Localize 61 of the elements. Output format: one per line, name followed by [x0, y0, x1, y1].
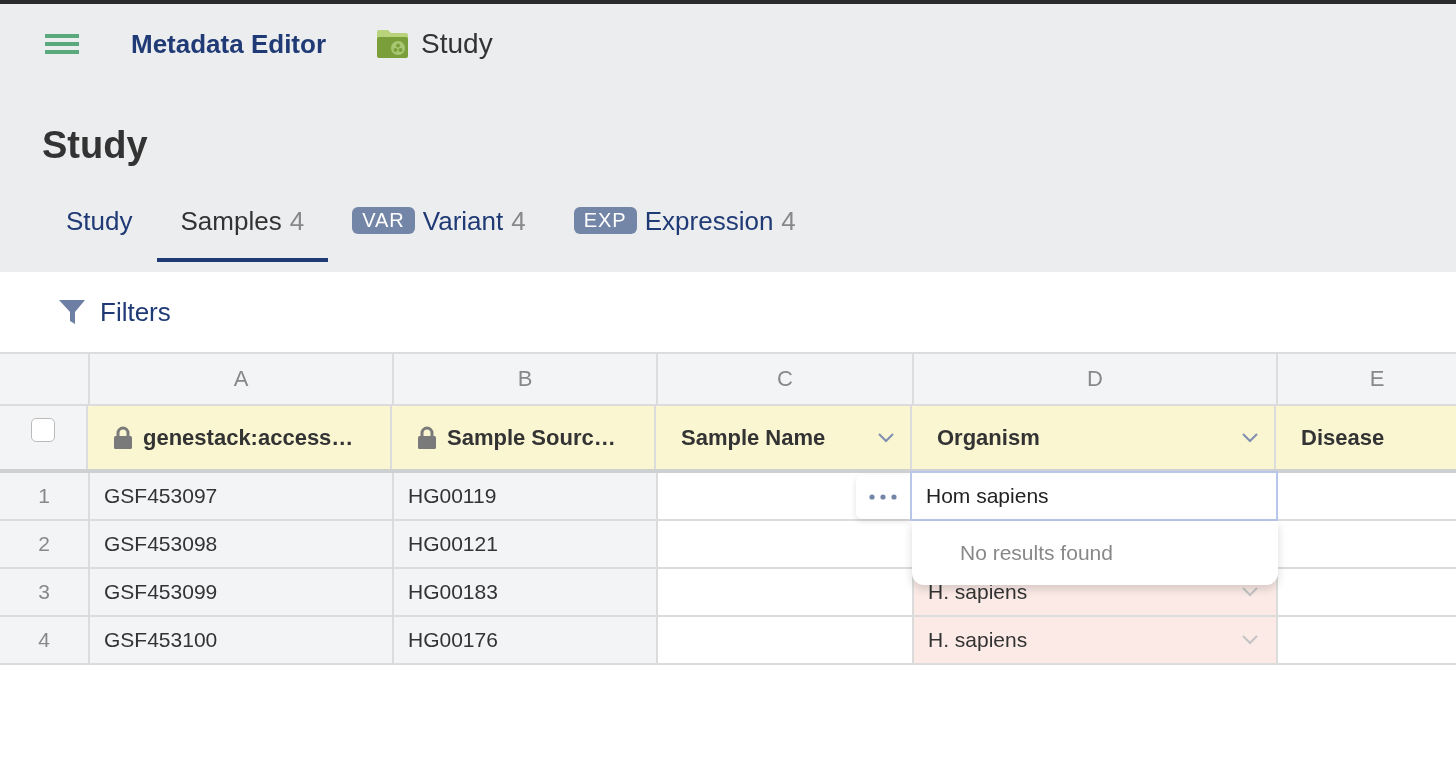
tab-label: Study — [66, 206, 133, 237]
column-label: Organism — [937, 424, 1041, 451]
table-cell: HG00121 — [394, 521, 658, 567]
filter-icon — [58, 298, 86, 326]
row-number: 4 — [0, 617, 90, 663]
column-header[interactable]: Organism — [912, 406, 1276, 469]
table-cell: GSF453099 — [90, 569, 394, 615]
cell-value: H. sapiens — [928, 628, 1029, 652]
table-cell: GSF453097 — [90, 473, 394, 519]
column-letter: C — [658, 354, 914, 404]
more-icon — [869, 494, 897, 500]
empty-message: No results found — [960, 541, 1113, 565]
column-header[interactable]: Sample Sourc… — [392, 406, 656, 469]
column-letter: B — [394, 354, 658, 404]
table-cell: HG00183 — [394, 569, 658, 615]
tab[interactable]: Study — [42, 200, 157, 262]
column-header[interactable]: Sample Name — [656, 406, 912, 469]
tab-badge: VAR — [352, 207, 415, 234]
cell-value: H. sapiens — [928, 580, 1029, 604]
tab[interactable]: VAR Variant 4 — [328, 200, 550, 262]
column-label: genestack:access… — [143, 424, 355, 451]
row-number: 3 — [0, 569, 90, 615]
cell-input[interactable]: Hom sapiens — [910, 471, 1278, 521]
column-header[interactable]: genestack:access… — [88, 406, 392, 469]
chevron-icon[interactable] — [1242, 587, 1258, 597]
column-label: Sample Sourc… — [447, 424, 617, 451]
column-letter: D — [914, 354, 1278, 404]
tab-count: 4 — [289, 206, 305, 237]
tab[interactable]: Samples 4 — [156, 200, 329, 262]
more-button[interactable] — [856, 475, 910, 519]
table-cell: GSF453100 — [90, 617, 394, 663]
filters-button[interactable]: Filters — [58, 296, 171, 328]
menu-icon[interactable] — [45, 34, 79, 54]
row-number: 1 — [0, 473, 90, 519]
app-title[interactable]: Metadata Editor — [131, 28, 327, 60]
tab-count: 4 — [781, 206, 796, 237]
row-number: 2 — [0, 521, 90, 567]
chevron-icon[interactable] — [1242, 432, 1258, 443]
page-title: Study — [41, 123, 149, 168]
chevron-icon[interactable] — [878, 432, 894, 443]
table-cell[interactable]: H. sapiens — [914, 617, 1278, 663]
folder-icon — [376, 29, 410, 59]
tab-badge: EXP — [573, 207, 637, 234]
tab-label: Samples — [180, 206, 282, 237]
lock-icon — [417, 426, 437, 449]
column-header[interactable]: Disease — [1276, 406, 1456, 469]
chevron-icon[interactable] — [1242, 635, 1258, 645]
table-cell: HG00176 — [394, 617, 658, 663]
tab[interactable]: EXP Expression 4 — [549, 200, 820, 262]
table-cell: GSF453098 — [90, 521, 394, 567]
table-cell: HG00119 — [394, 473, 658, 519]
breadcrumb[interactable]: Study — [421, 28, 493, 60]
column-letter: E — [1278, 354, 1456, 404]
tab-count: 4 — [511, 206, 526, 237]
column-label: Disease — [1301, 424, 1386, 451]
tab-label: Variant — [422, 206, 504, 237]
lock-icon — [113, 426, 133, 449]
tab-label: Expression — [644, 206, 774, 237]
column-letter: A — [90, 354, 394, 404]
column-label: Sample Name — [681, 424, 827, 451]
select-all-checkbox[interactable] — [31, 418, 55, 442]
